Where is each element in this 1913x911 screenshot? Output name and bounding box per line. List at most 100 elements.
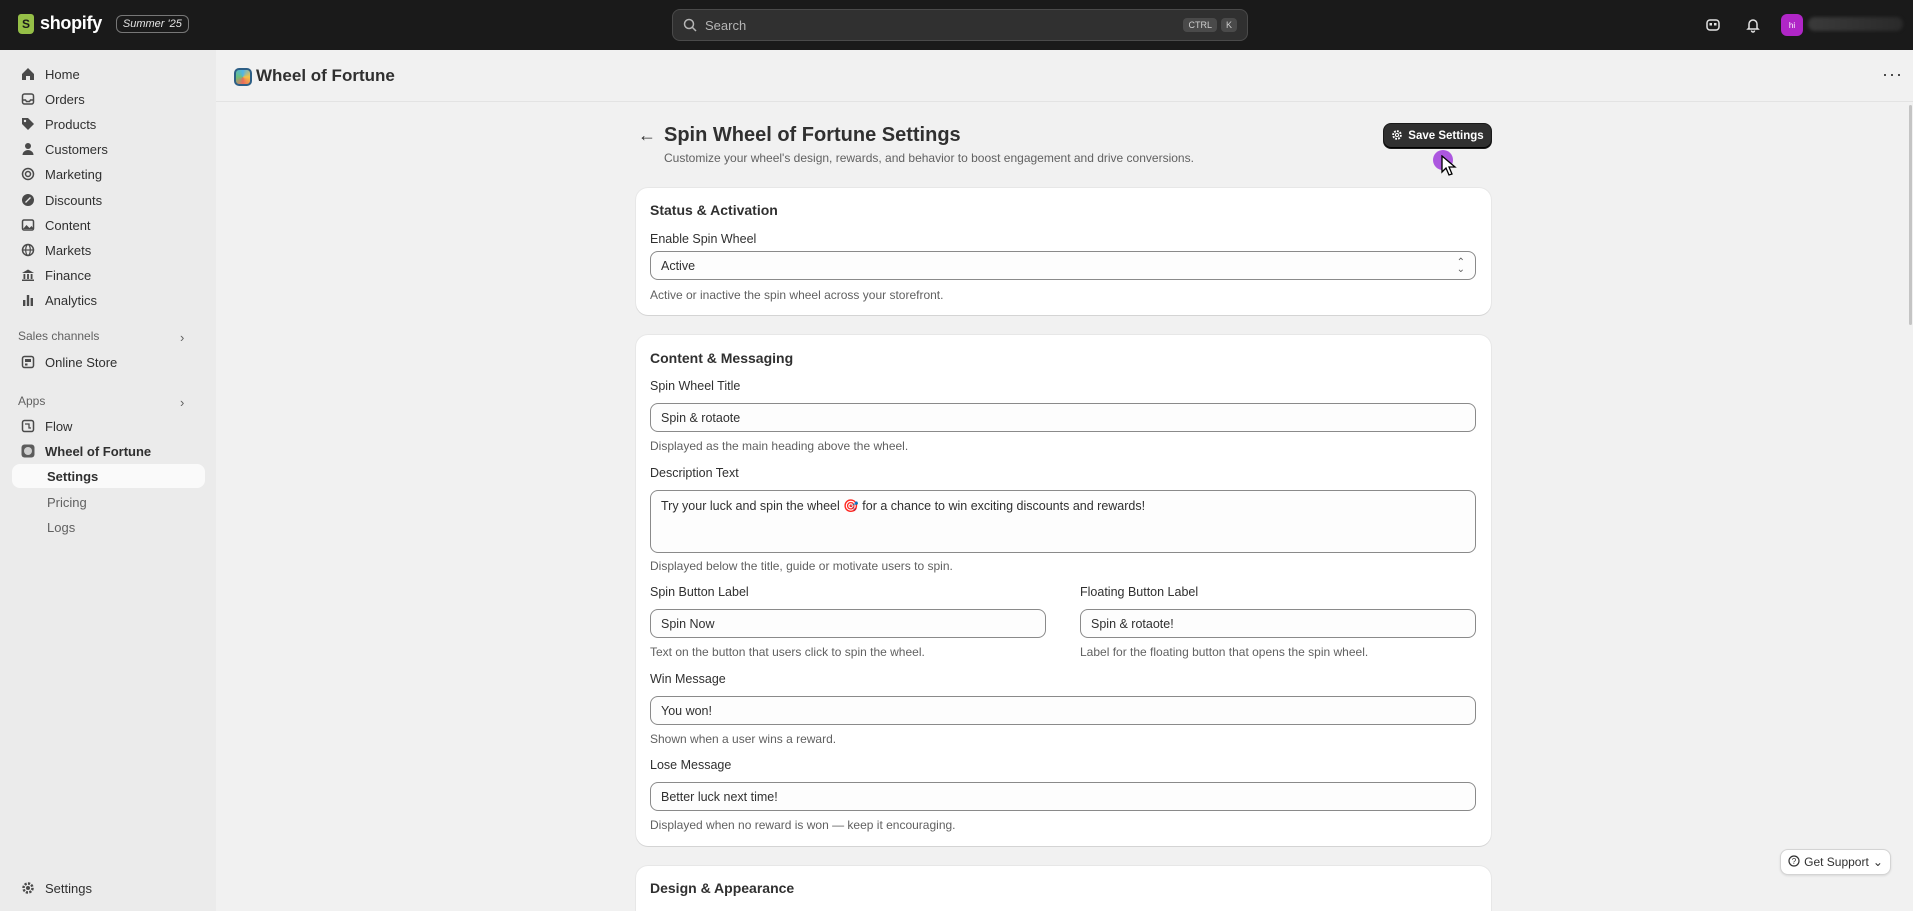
content-messaging-card: Content & Messaging Spin Wheel Title Spi… bbox=[636, 335, 1491, 846]
sidebar-item-label: Products bbox=[45, 116, 97, 132]
sidebar-item-label: Logs bbox=[47, 519, 76, 535]
enable-help-text: Active or inactive the spin wheel across… bbox=[650, 288, 944, 302]
status-activation-card: Status & Activation Enable Spin Wheel Ac… bbox=[636, 188, 1491, 315]
description-help-text: Displayed below the title, guide or moti… bbox=[650, 559, 953, 573]
win-message-help-text: Shown when a user wins a reward. bbox=[650, 732, 837, 746]
shortcut-k: K bbox=[1220, 18, 1237, 32]
lose-message-help-text: Displayed when no reward is won — keep i… bbox=[650, 818, 956, 832]
input-value: You won! bbox=[661, 703, 712, 718]
card-title: Design & Appearance bbox=[650, 880, 795, 896]
wheel-of-fortune-app-icon bbox=[234, 68, 252, 86]
win-message-input[interactable]: You won! bbox=[650, 696, 1476, 725]
shopify-logo[interactable]: shopify Summer '25 bbox=[18, 13, 189, 34]
floating-button-help-text: Label for the floating button that opens… bbox=[1080, 645, 1369, 659]
sidebar-item-label: Flow bbox=[45, 418, 73, 434]
app-title: Wheel of Fortune bbox=[256, 66, 395, 85]
flow-icon bbox=[20, 419, 35, 434]
chevron-right-icon[interactable]: › bbox=[180, 330, 184, 345]
spin-button-help-text: Text on the button that users click to s… bbox=[650, 645, 925, 659]
bar-chart-icon bbox=[20, 293, 35, 308]
description-text-label: Description Text bbox=[650, 466, 739, 480]
floating-button-label-input[interactable]: Spin & rotaote! bbox=[1080, 609, 1476, 638]
image-icon bbox=[20, 218, 35, 233]
input-value: Spin & rotaote! bbox=[1091, 616, 1174, 631]
sidebar-item-online-store[interactable]: Online Store bbox=[12, 350, 205, 374]
search-bar[interactable]: Search CTRL K bbox=[672, 9, 1248, 41]
lose-message-input[interactable]: Better luck next time! bbox=[650, 782, 1476, 811]
shopify-bag-icon bbox=[18, 13, 34, 34]
top-bar: shopify Summer '25 Search CTRL K hi bbox=[0, 0, 1913, 50]
sidebar-item-analytics[interactable]: Analytics bbox=[12, 288, 205, 312]
input-value: Better luck next time! bbox=[661, 789, 778, 804]
mouse-cursor-icon bbox=[1441, 155, 1457, 176]
sidebar-item-settings[interactable]: Settings bbox=[12, 876, 205, 900]
floating-button-label-label: Floating Button Label bbox=[1080, 585, 1199, 599]
gear-icon bbox=[20, 881, 35, 896]
sidebar-item-customers[interactable]: Customers bbox=[12, 137, 205, 161]
sidebar-item-marketing[interactable]: Marketing bbox=[12, 162, 205, 186]
save-settings-button[interactable]: Save Settings bbox=[1384, 124, 1491, 148]
page-title: Spin Wheel of Fortune Settings bbox=[664, 124, 961, 146]
select-value: Active bbox=[661, 258, 696, 273]
enable-spin-wheel-select[interactable]: Active ⌃ ⌄ bbox=[650, 251, 1476, 280]
scrollbar[interactable] bbox=[1909, 105, 1912, 325]
sidebar-subitem-pricing[interactable]: Pricing bbox=[12, 490, 205, 514]
store-name-blurred[interactable] bbox=[1808, 17, 1903, 31]
chevron-down-icon: ⌄ bbox=[1872, 855, 1883, 869]
spin-wheel-title-label: Spin Wheel Title bbox=[650, 379, 741, 393]
chevron-right-icon[interactable]: › bbox=[180, 395, 184, 410]
person-icon bbox=[20, 142, 35, 157]
inbox-icon bbox=[20, 92, 35, 107]
sidebar-item-label: Settings bbox=[45, 880, 92, 896]
discount-icon bbox=[20, 193, 35, 208]
apps-heading[interactable]: Apps bbox=[18, 394, 45, 408]
win-message-label: Win Message bbox=[650, 672, 726, 686]
sidebar-item-content[interactable]: Content bbox=[12, 213, 205, 237]
season-badge[interactable]: Summer '25 bbox=[115, 14, 189, 33]
back-arrow-icon[interactable]: ← bbox=[638, 125, 656, 146]
sales-channels-heading[interactable]: Sales channels bbox=[18, 329, 99, 343]
sidebar-item-finance[interactable]: Finance bbox=[12, 263, 205, 287]
spin-button-label-input[interactable]: Spin Now bbox=[650, 609, 1046, 638]
more-actions-icon[interactable]: ··· bbox=[1882, 64, 1903, 85]
sidekick-icon[interactable] bbox=[1703, 15, 1723, 35]
sidebar-item-markets[interactable]: Markets bbox=[12, 238, 205, 262]
spin-wheel-title-input[interactable]: Spin & rotaote bbox=[650, 403, 1476, 432]
lose-message-label: Lose Message bbox=[650, 758, 732, 772]
sidebar-item-label: Customers bbox=[45, 141, 108, 157]
tag-icon bbox=[20, 117, 35, 132]
sidebar-item-orders[interactable]: Orders bbox=[12, 87, 205, 111]
sidebar-item-label: Home bbox=[45, 66, 80, 82]
spin-button-label-label: Spin Button Label bbox=[650, 585, 749, 599]
sidebar-item-label: Analytics bbox=[45, 292, 98, 308]
save-button-label: Save Settings bbox=[1408, 130, 1484, 142]
sidebar-subitem-settings[interactable]: Settings bbox=[12, 464, 205, 488]
sidebar-subitem-logs[interactable]: Logs bbox=[12, 515, 205, 539]
input-value: Spin Now bbox=[661, 616, 715, 631]
card-title: Status & Activation bbox=[650, 202, 778, 218]
sidebar-item-discounts[interactable]: Discounts bbox=[12, 188, 205, 212]
sidebar-item-label: Markets bbox=[45, 242, 92, 258]
design-appearance-card: Design & Appearance bbox=[636, 866, 1491, 911]
home-icon bbox=[20, 67, 35, 82]
sidebar-item-home[interactable]: Home bbox=[12, 62, 205, 86]
sidebar-item-products[interactable]: Products bbox=[12, 112, 205, 136]
app-header bbox=[216, 50, 1913, 102]
gear-icon bbox=[1391, 129, 1403, 144]
search-icon bbox=[683, 18, 697, 32]
bell-icon[interactable] bbox=[1743, 15, 1763, 35]
get-support-button[interactable]: ? Get Support ⌄ bbox=[1780, 849, 1891, 875]
store-icon bbox=[20, 355, 35, 370]
help-circle-icon: ? bbox=[1788, 854, 1800, 870]
sidebar-item-wheel-of-fortune[interactable]: Wheel of Fortune bbox=[12, 439, 205, 463]
sidebar-item-flow[interactable]: Flow bbox=[12, 414, 205, 438]
avatar[interactable]: hi bbox=[1781, 14, 1803, 36]
target-icon bbox=[20, 167, 35, 182]
enable-spin-wheel-label: Enable Spin Wheel bbox=[650, 232, 757, 246]
wheel-app-icon bbox=[20, 444, 35, 459]
globe-icon bbox=[20, 243, 35, 258]
brand-name: shopify bbox=[40, 13, 102, 33]
description-textarea[interactable]: Try your luck and spin the wheel 🎯 for a… bbox=[650, 490, 1476, 553]
page-subtitle: Customize your wheel's design, rewards, … bbox=[664, 151, 1194, 165]
card-title: Content & Messaging bbox=[650, 350, 794, 366]
